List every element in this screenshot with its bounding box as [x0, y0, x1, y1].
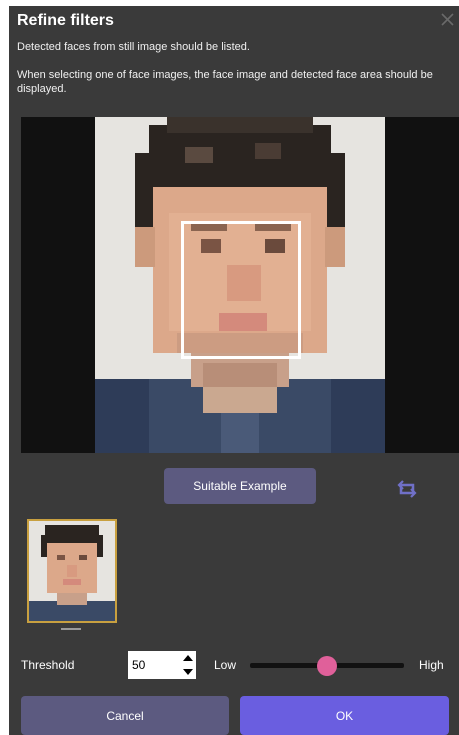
- pixelated-face-photo: [95, 117, 385, 453]
- slider-thumb[interactable]: [317, 656, 337, 676]
- threshold-stepper[interactable]: 50: [128, 651, 196, 679]
- description-line-1: Detected faces from still image should b…: [17, 41, 250, 53]
- stepper-buttons: [180, 651, 196, 679]
- thumbnail-indicator: [61, 628, 81, 630]
- rotate-icon[interactable]: [394, 476, 420, 502]
- cancel-button[interactable]: Cancel: [21, 696, 229, 735]
- chevron-up-icon[interactable]: [180, 651, 196, 665]
- slider-high-label: High: [419, 658, 444, 672]
- refine-filters-dialog: Refine filters Detected faces from still…: [9, 6, 459, 735]
- threshold-value: 50: [132, 658, 146, 672]
- threshold-label: Threshold: [21, 658, 75, 672]
- suitable-example-button[interactable]: Suitable Example: [164, 468, 316, 504]
- ok-button[interactable]: OK: [240, 696, 449, 735]
- description-line-2: When selecting one of face images, the f…: [17, 69, 433, 95]
- threshold-slider[interactable]: [250, 654, 404, 678]
- close-icon[interactable]: [437, 10, 457, 30]
- face-thumbnail[interactable]: [27, 519, 117, 623]
- chevron-down-icon[interactable]: [180, 665, 196, 679]
- dialog-title: Refine filters: [17, 12, 114, 29]
- detected-face-area: [181, 221, 301, 359]
- slider-low-label: Low: [214, 658, 237, 672]
- face-preview-area: [21, 117, 459, 453]
